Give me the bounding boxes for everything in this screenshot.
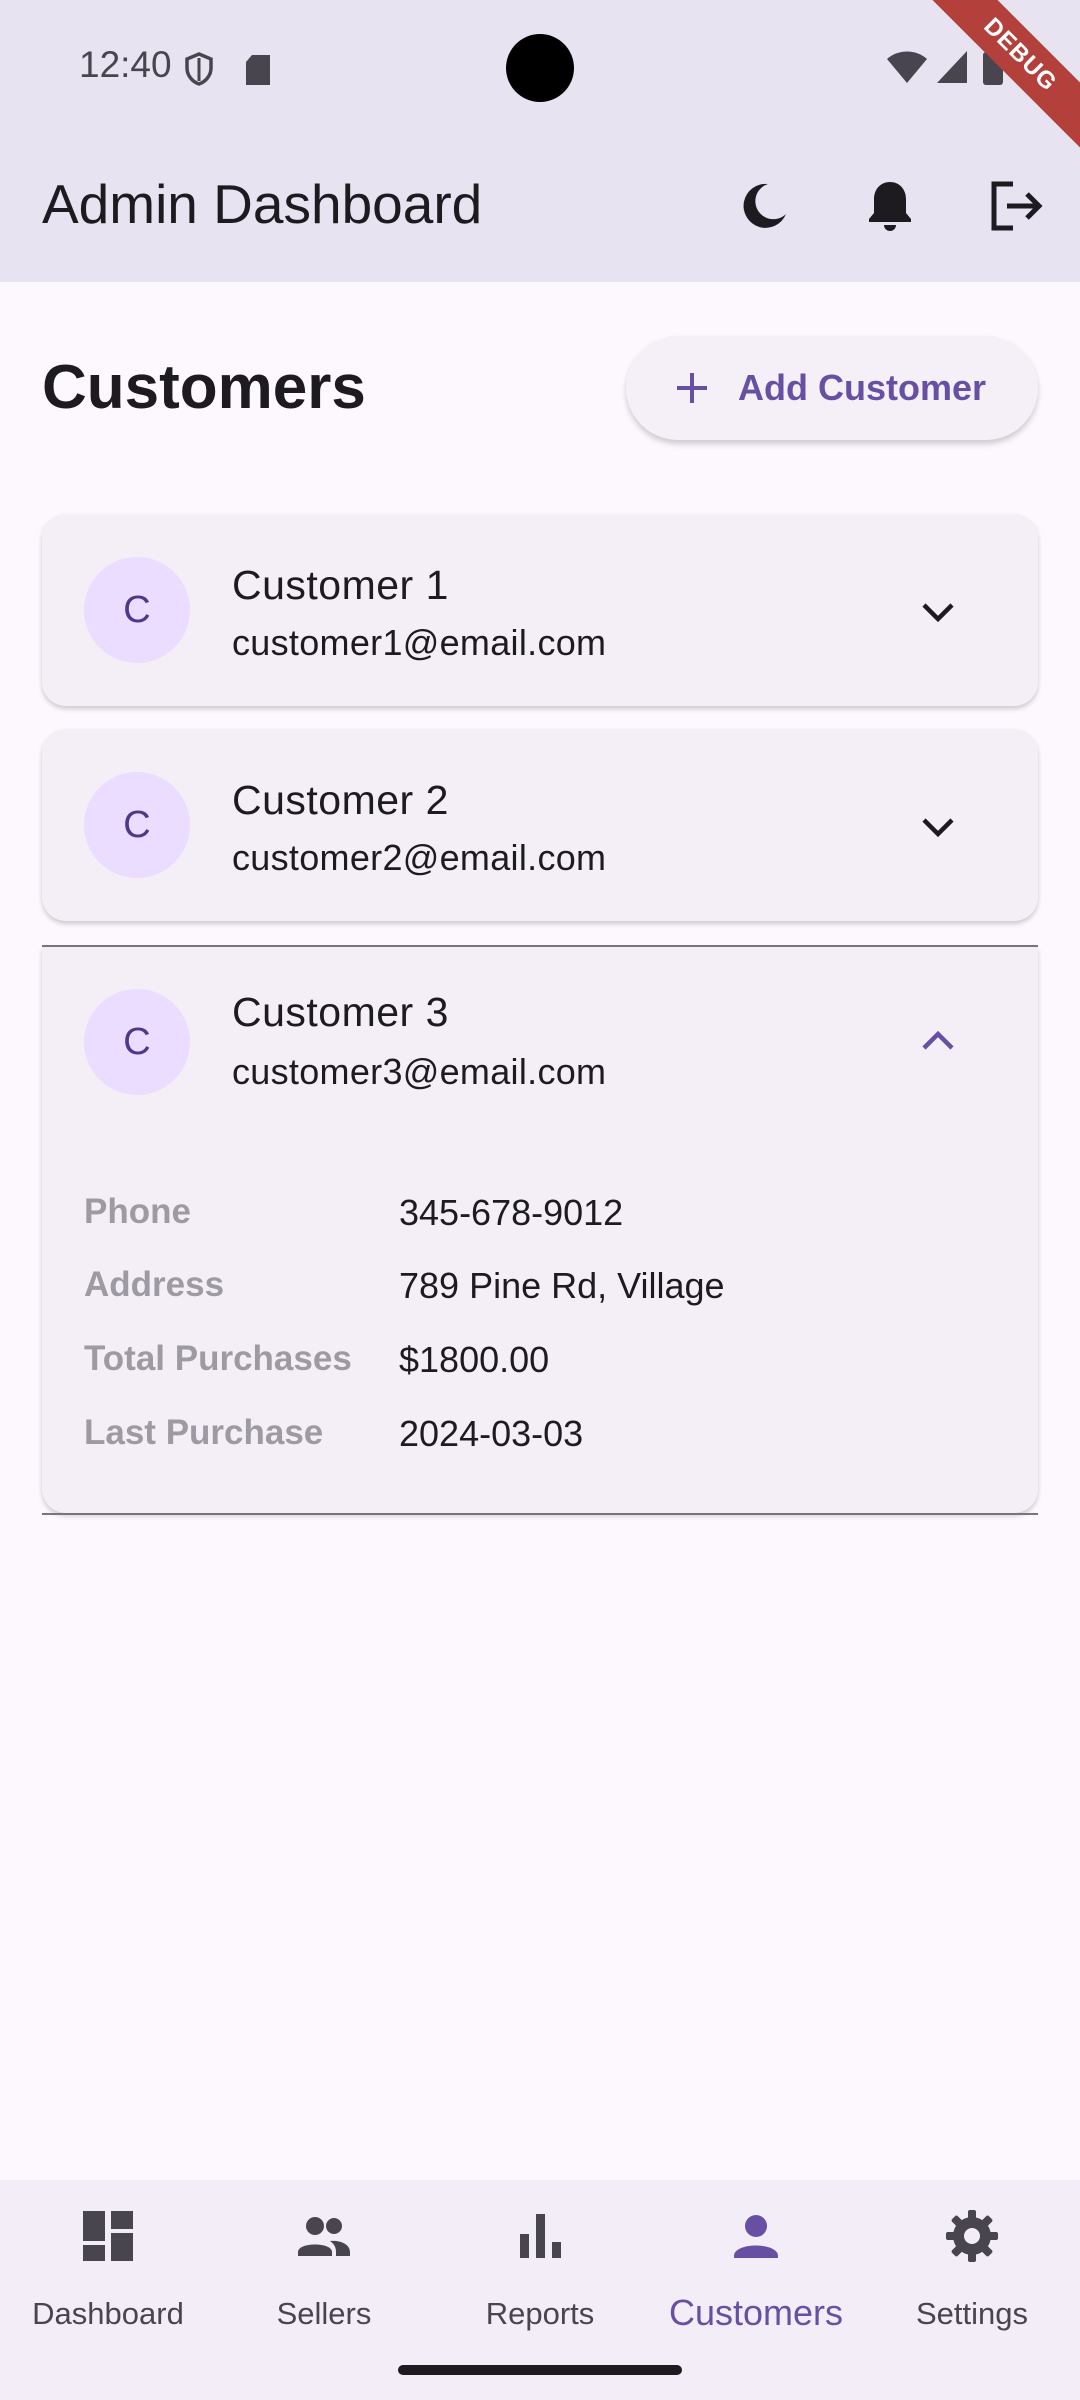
sd-card-icon [246, 55, 270, 85]
person-icon [734, 2215, 778, 2258]
detail-label: Phone [84, 1192, 191, 1231]
chevron-down-icon[interactable] [918, 807, 958, 847]
top-bar: 12:40 DEBUG Admin Dashboard [0, 0, 1080, 282]
nav-label: Settings [915, 2296, 1028, 2331]
detail-value: $1800.00 [399, 1339, 550, 1380]
camera-cutout [506, 34, 574, 102]
customer-card-expanded[interactable]: C Customer 3 customer3@email.com Phone 3… [42, 947, 1038, 1513]
customer-name: Customer 1 [232, 562, 449, 608]
notifications-icon [869, 182, 911, 231]
nav-label: Customers [668, 2292, 844, 2333]
detail-value: 2024-03-03 [399, 1413, 584, 1454]
customer-email: customer1@email.com [232, 622, 607, 663]
customer-card[interactable]: C Customer 1 customer1@email.com [42, 514, 1038, 706]
nav-label: Reports [485, 2296, 595, 2331]
add-customer-button[interactable]: Add Customer [626, 336, 1038, 440]
avatar: C [84, 772, 190, 878]
page-title: Customers [42, 353, 366, 422]
signal-icon [937, 51, 967, 83]
customer-card[interactable]: C Customer 2 customer2@email.com [42, 729, 1038, 921]
detail-value: 789 Pine Rd, Village [399, 1265, 725, 1306]
wifi-icon [887, 51, 927, 83]
chevron-up-icon[interactable] [918, 1021, 958, 1061]
notifications-button[interactable] [852, 168, 928, 244]
customer-email: customer2@email.com [232, 837, 607, 878]
dark-mode-button[interactable] [726, 168, 802, 244]
avatar: C [84, 989, 190, 1095]
detail-label: Address [84, 1265, 225, 1304]
customer-email: customer3@email.com [232, 1051, 607, 1092]
dark-mode-icon [743, 183, 786, 228]
shield-icon [185, 52, 213, 86]
dashboard-icon [83, 2211, 133, 2261]
nav-item-dashboard[interactable]: Dashboard [0, 2180, 216, 2400]
people-icon [298, 2217, 350, 2256]
avatar: C [84, 557, 190, 663]
logout-icon [991, 181, 1043, 231]
nav-label: Dashboard [32, 2296, 184, 2331]
home-indicator[interactable] [398, 2365, 682, 2375]
plus-icon [677, 373, 707, 403]
bar-chart-icon [520, 2214, 561, 2258]
status-time: 12:40 [79, 44, 172, 85]
detail-label: Total Purchases [84, 1339, 352, 1378]
chevron-down-icon[interactable] [918, 592, 958, 632]
detail-label: Last Purchase [84, 1413, 324, 1452]
status-bar: 12:40 DEBUG [0, 0, 1080, 157]
divider [42, 1513, 1038, 1515]
detail-value: 345-678-9012 [399, 1192, 624, 1233]
add-customer-label: Add Customer [738, 367, 987, 408]
customer-name: Customer 3 [232, 989, 449, 1035]
app-title: Admin Dashboard [42, 173, 483, 235]
nav-item-settings[interactable]: Settings [864, 2180, 1080, 2400]
logout-button[interactable] [978, 168, 1054, 244]
nav-label: Sellers [276, 2296, 372, 2331]
gear-icon [946, 2210, 998, 2262]
customer-name: Customer 2 [232, 777, 449, 823]
screen: 12:40 DEBUG Admin Dashboard Customers Ad… [0, 0, 1080, 2400]
